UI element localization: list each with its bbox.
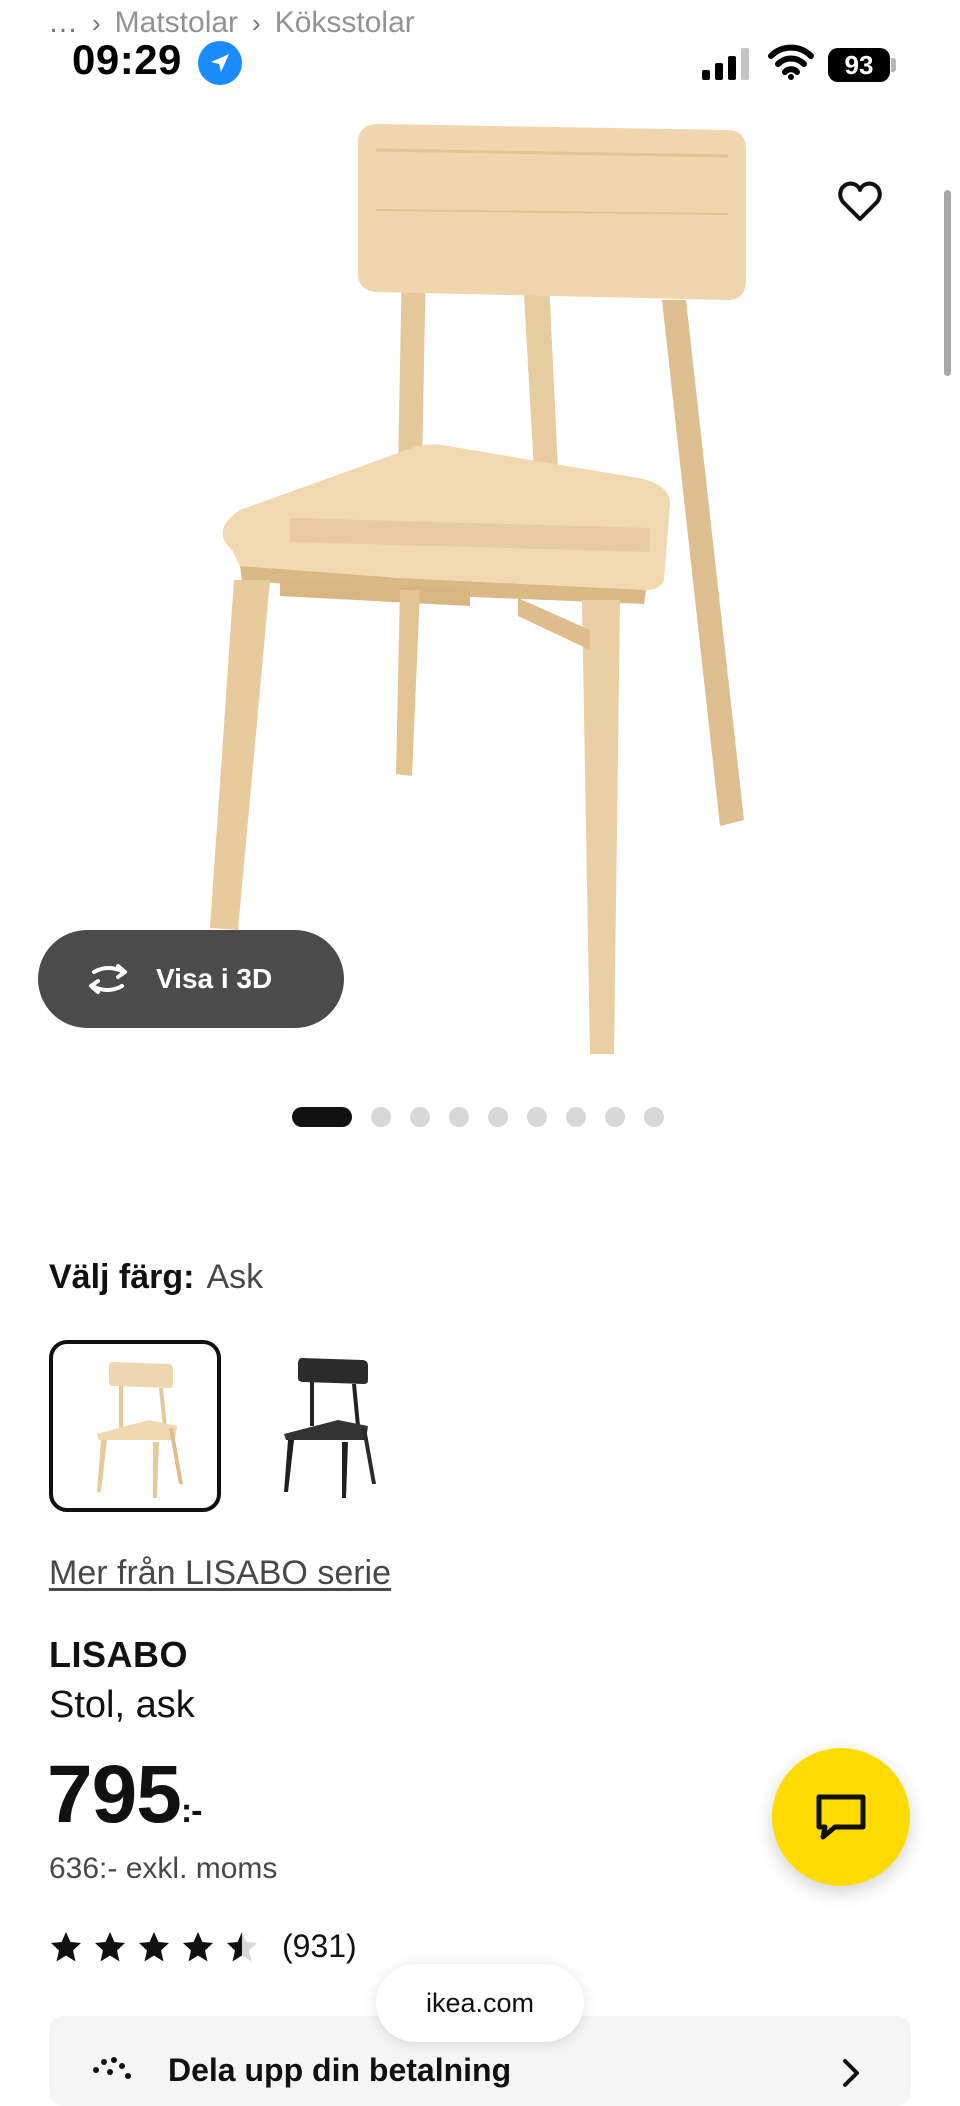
price-value: 795 (47, 1749, 182, 1840)
carousel-dot[interactable] (644, 1107, 664, 1127)
breadcrumb-item-koksstolar[interactable]: Köksstolar (275, 6, 415, 39)
carousel-dot[interactable] (527, 1107, 547, 1127)
star-icon (139, 1932, 169, 1962)
product-description: Stol, ask (49, 1684, 195, 1726)
star-icon (227, 1932, 257, 1962)
chevron-right-icon: › (252, 8, 261, 38)
carousel-dot[interactable] (605, 1107, 625, 1127)
view-3d-label: Visa i 3D (156, 963, 273, 994)
status-time: 09:29 (72, 36, 182, 83)
battery-tip (891, 58, 896, 72)
price-suffix: :- (180, 1792, 203, 1830)
view-3d-button[interactable]: Visa i 3D (38, 930, 344, 1028)
color-selector-label-row: Välj färg: Ask (49, 1258, 263, 1297)
carousel-dot[interactable] (292, 1107, 352, 1127)
carousel-dot[interactable] (371, 1107, 391, 1127)
page-scrollbar[interactable] (944, 190, 951, 376)
star-icon (183, 1932, 213, 1962)
star-icon (51, 1932, 81, 1962)
color-option-black[interactable] (238, 1340, 406, 1508)
chevron-right-icon: › (92, 8, 101, 38)
browser-url-pill[interactable]: ikea.com (376, 1964, 584, 2042)
chat-bubble-icon (816, 1794, 866, 1840)
color-label: Välj färg: (49, 1258, 195, 1296)
carousel-dot[interactable] (449, 1107, 469, 1127)
rotate-3d-icon (89, 964, 127, 994)
location-arrow-icon (198, 41, 242, 85)
star-icon (95, 1932, 125, 1962)
carousel-dot[interactable] (488, 1107, 508, 1127)
breadcrumb-ellipsis[interactable]: … (48, 6, 78, 39)
breadcrumb-item-matstolar[interactable]: Matstolar (115, 6, 238, 39)
carousel-dot[interactable] (410, 1107, 430, 1127)
series-link[interactable]: Mer från LISABO serie (49, 1554, 391, 1593)
payment-split-icon (93, 2057, 131, 2079)
signal-icon (702, 48, 749, 80)
favorite-heart-icon[interactable] (836, 178, 884, 226)
product-price: 795:- (47, 1748, 203, 1842)
carousel-dot[interactable] (566, 1107, 586, 1127)
price-excl-vat: 636:- exkl. moms (49, 1852, 278, 1885)
chat-button[interactable] (772, 1748, 910, 1886)
battery-indicator: 93 (828, 48, 890, 82)
color-option-ask[interactable] (49, 1340, 221, 1512)
wifi-icon (768, 44, 814, 80)
image-carousel-indicator (292, 1106, 683, 1128)
breadcrumb: … › Matstolar › Köksstolar (48, 6, 415, 40)
selected-color-value: Ask (206, 1258, 264, 1296)
chevron-right-icon (843, 2059, 859, 2087)
product-image[interactable] (150, 110, 790, 1070)
payment-banner-label: Dela upp din betalning (168, 2052, 512, 2088)
rating-stars[interactable] (49, 1930, 269, 1964)
product-brand: LISABO (49, 1634, 189, 1675)
rating-count[interactable]: (931) (282, 1928, 357, 1965)
